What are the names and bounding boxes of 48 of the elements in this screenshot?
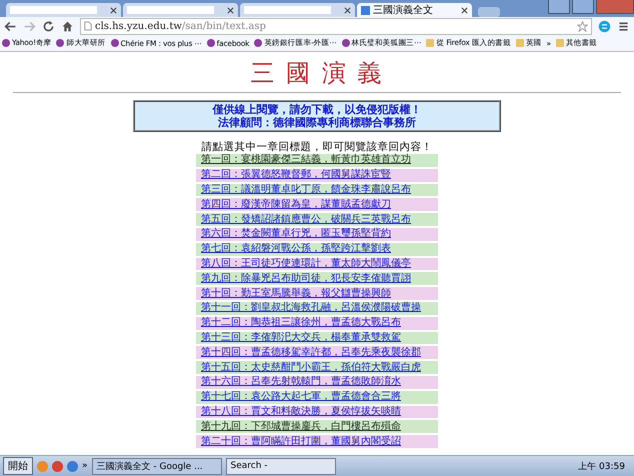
chapter-link[interactable]: 第二十回：曹阿瞞許田打圍，董國舅內閣受詔 bbox=[201, 436, 401, 448]
chapter-link[interactable]: 第八回：王司徒巧使連環計，董太師大鬧鳳儀亭 bbox=[201, 258, 411, 270]
instruction-text: 請點選其中一章回標題，即可閱覽該章回內容！ bbox=[202, 141, 432, 154]
tab-title: 三國演義全文 bbox=[373, 4, 434, 17]
notice-text: 僅供線上閱覽，請勿下載，以免侵犯版權！ bbox=[211, 103, 422, 116]
chapter-link[interactable]: 第十回：勤王室馬騰舉義，報父讎曹操興師 bbox=[201, 288, 391, 300]
menu-icon[interactable] bbox=[617, 20, 630, 32]
chapter-link[interactable]: 第三回：議溫明董卓叱丁原，饋金珠李肅說呂布 bbox=[201, 184, 411, 196]
more-button[interactable]: » bbox=[82, 461, 88, 471]
chapter-link[interactable]: 第十六回：呂奉先射戟轅門，曹孟德敗師淯水 bbox=[201, 376, 401, 388]
chapter-link[interactable]: 第十三回：李傕郭汜大交兵，楊奉董承雙救駕 bbox=[201, 332, 401, 344]
page-icon bbox=[361, 6, 370, 14]
chapter-link[interactable]: 第十九回：下邳城曹操鏖兵，白門樓呂布殞命 bbox=[201, 420, 401, 433]
forward-icon[interactable] bbox=[23, 20, 36, 32]
star-icon[interactable] bbox=[577, 20, 588, 32]
chat-icon[interactable] bbox=[598, 20, 611, 32]
taskbar-window-button[interactable]: 三國演義全文 - Google ... bbox=[92, 458, 222, 474]
chapter-link[interactable]: 第十二回：陶恭祖三讓徐州，曹孟德大戰呂布 bbox=[201, 317, 401, 330]
chapter-link[interactable]: 第一回：宴桃園豪傑三結義，斬黃巾英雄首立功 bbox=[201, 154, 411, 166]
clock: 上午 03:59 bbox=[578, 460, 625, 472]
close-icon[interactable] bbox=[461, 6, 468, 14]
notice-text: 法律顧問：德律國際專利商標聯合事務所 bbox=[217, 116, 417, 129]
chapter-link[interactable]: 第五回：發矯詔諸鎮應曹公，破關兵三英戰呂布 bbox=[201, 214, 411, 226]
chapter-link[interactable]: 第十八回：賈文和料敵決勝，夏侯惇拔矢啖睛 bbox=[201, 406, 401, 418]
maximize-button[interactable] bbox=[572, 0, 594, 14]
taskbar-window-button[interactable]: Search - bbox=[226, 458, 336, 474]
close-icon[interactable] bbox=[344, 6, 351, 14]
chapter-link[interactable]: 第十一回：劉皇叔北海救孔融，呂溫侯濮陽破曹操 bbox=[201, 302, 421, 314]
close-icon[interactable] bbox=[110, 6, 117, 14]
start-button[interactable]: 開始 bbox=[3, 457, 33, 475]
chapter-link[interactable]: 第十五回：太史慈酣鬥小霸王，孫伯符大戰嚴白虎 bbox=[201, 362, 421, 374]
close-icon[interactable] bbox=[227, 6, 234, 14]
chapter-link[interactable]: 第二回：張翼德怒鞭督郵，何國舅謀誅宦豎 bbox=[201, 169, 391, 182]
chapter-link[interactable]: 第九回：除暴兇呂布助司徒，犯長安李傕聽賈詡 bbox=[201, 272, 411, 285]
page-icon bbox=[84, 21, 92, 31]
minimize-button[interactable] bbox=[548, 0, 570, 14]
browser-tab[interactable]: 三國演義全文 bbox=[357, 3, 472, 17]
home-icon[interactable] bbox=[61, 20, 74, 32]
back-icon[interactable] bbox=[4, 20, 17, 32]
page-title: 三 國 演 義 bbox=[250, 58, 384, 88]
address-bar[interactable]: cls.hs.yzu.edu.tw/san/bin/text.asp bbox=[80, 18, 592, 34]
close-button[interactable] bbox=[596, 0, 634, 14]
chapter-link[interactable]: 第六回：焚金闕董卓行兇，匿玉璽孫堅背約 bbox=[201, 228, 391, 240]
chapter-link[interactable]: 第四回：廢漢帝陳留為皇，謀董賊孟德獻刀 bbox=[201, 198, 391, 211]
reload-icon[interactable] bbox=[42, 20, 55, 32]
chapter-link[interactable]: 第七回：袁紹磐河戰公孫，孫堅跨江擊劉表 bbox=[201, 243, 391, 256]
chapter-link[interactable]: 第十四回：曹孟德移駕幸許都，呂奉先乘夜襲徐郡 bbox=[201, 346, 421, 359]
chapter-link[interactable]: 第十七回：袁公路大起七軍，曹孟德會合三將 bbox=[201, 391, 401, 404]
